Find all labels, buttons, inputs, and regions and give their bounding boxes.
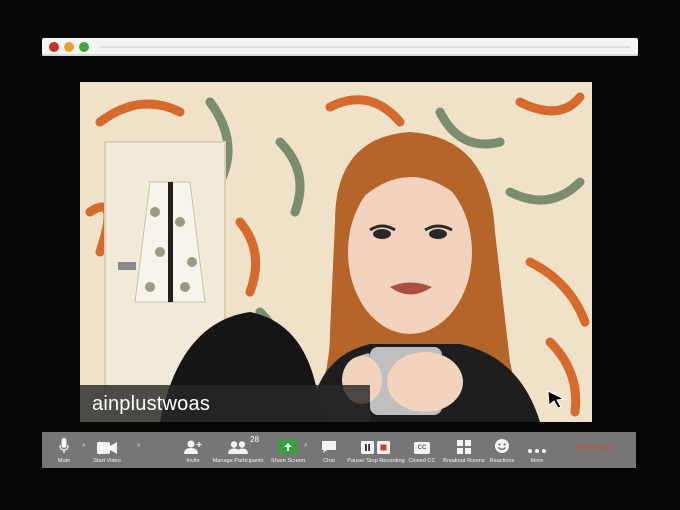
close-window-button[interactable] [49, 42, 59, 52]
more-label: More [530, 458, 544, 464]
zoom-window-button[interactable] [79, 42, 89, 52]
window-titlebar [42, 38, 638, 56]
start-video-button[interactable]: Start Video [87, 432, 127, 468]
mute-button[interactable]: Mute [52, 432, 76, 468]
mouse-cursor-icon [547, 390, 566, 409]
closed-caption-icon: CC [414, 442, 430, 454]
share-options-chevron-up-icon[interactable]: ^ [304, 444, 312, 452]
end-meeting-button[interactable]: End Meeting [576, 445, 610, 451]
chat-label: Chat [323, 458, 335, 464]
titlebar-divider [100, 46, 630, 48]
mute-label: Mute [57, 458, 71, 464]
smiley-face-icon [495, 439, 509, 453]
more-button[interactable]: More [525, 432, 549, 468]
pause-stop-record-icon [361, 441, 390, 454]
minimize-window-button[interactable] [64, 42, 74, 52]
meeting-toolbar: Mute ^ Start Video ^ Invite Manage Parti… [42, 432, 636, 468]
video-options-chevron-up-icon[interactable]: ^ [137, 444, 145, 452]
reactions-button[interactable]: Reactions [488, 432, 516, 468]
participant-name-tag: ainplustwoas [80, 385, 370, 422]
recording-label: Pause/ Stop Recording [347, 458, 405, 464]
pause-stop-recording-button[interactable]: Pause/ Stop Recording [345, 432, 407, 468]
manage-participants-label: Manage Participants [212, 458, 264, 464]
start-video-label: Start Video [93, 458, 121, 464]
participant-video[interactable] [80, 82, 592, 422]
breakout-rooms-grid-icon [457, 440, 471, 454]
breakout-rooms-label: Breakout Rooms [443, 458, 485, 464]
chat-button[interactable]: Chat [317, 432, 341, 468]
reactions-label: Reactions [489, 458, 515, 464]
share-screen-arrow-icon [279, 440, 297, 454]
participant-count-badge: 28 [250, 435, 259, 444]
share-screen-button[interactable]: Share Screen [270, 432, 306, 468]
more-dots-icon [528, 449, 546, 453]
chat-bubble-icon [322, 441, 336, 453]
microphone-icon [59, 438, 69, 453]
closed-cc-label: Closed CC [408, 458, 436, 464]
participants-icon [228, 441, 248, 454]
share-screen-label: Share Screen [270, 458, 306, 464]
invite-button[interactable]: Invite [182, 432, 204, 468]
illustration-woman-with-mug-image [80, 82, 592, 422]
add-person-icon [184, 440, 202, 454]
invite-label: Invite [186, 458, 200, 464]
closed-cc-button[interactable]: CC Closed CC [408, 432, 436, 468]
participant-name: ainplustwoas [92, 393, 211, 415]
breakout-rooms-button[interactable]: Breakout Rooms [442, 432, 486, 468]
video-camera-icon [97, 442, 117, 454]
